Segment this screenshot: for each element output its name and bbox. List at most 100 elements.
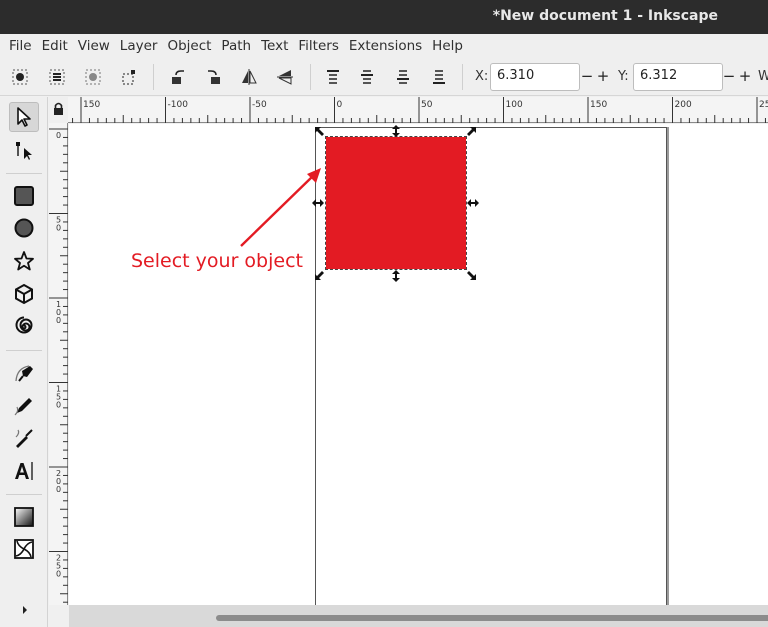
resize-handle-top-left[interactable]	[313, 125, 327, 139]
ruler-label: 0	[337, 100, 343, 110]
menu-object[interactable]: Object	[162, 38, 216, 54]
raise-to-top-icon	[327, 70, 339, 84]
spiral-tool[interactable]	[9, 312, 39, 342]
tool-controls-bar: X: 6.310 − + Y: 6.312 − + W	[0, 58, 768, 96]
raise-icon	[361, 70, 373, 84]
raise-to-top-button[interactable]	[322, 66, 344, 88]
y-decrement-button[interactable]: −	[721, 65, 737, 87]
title-bar: *New document 1 - Inkscape	[0, 0, 768, 34]
bezier-tool[interactable]	[9, 358, 39, 388]
lower-to-bottom-button[interactable]	[428, 66, 450, 88]
rectangle-icon	[14, 186, 34, 206]
window-title: *New document 1 - Inkscape	[492, 8, 718, 24]
toolbox-overflow[interactable]	[0, 600, 48, 627]
menu-path[interactable]: Path	[216, 38, 256, 54]
ruler-label: 0	[56, 316, 61, 325]
selector-icon	[17, 107, 31, 127]
resize-handle-bottom-right[interactable]	[464, 268, 478, 282]
resize-handle-bottom[interactable]	[389, 269, 403, 283]
ruler-label: 0	[56, 570, 61, 579]
ruler-corner	[49, 97, 68, 123]
x-increment-button[interactable]: +	[595, 65, 611, 87]
menu-view[interactable]: View	[73, 38, 115, 54]
ruler-label: -100	[168, 100, 189, 110]
vertical-ruler-ticks: 050100150200250	[49, 128, 68, 603]
calligraphy-tool[interactable]	[9, 423, 39, 453]
select-all-layers-button[interactable]	[46, 66, 68, 88]
resize-handle-bottom-left[interactable]	[313, 268, 327, 282]
lower-to-bottom-icon	[433, 70, 445, 84]
menu-extensions[interactable]: Extensions	[344, 38, 427, 54]
menu-filters[interactable]: Filters	[293, 38, 343, 54]
gradient-icon	[14, 507, 34, 527]
gradient-tool[interactable]	[9, 502, 39, 532]
bezier-pen-icon	[15, 365, 33, 382]
x-decrement-button[interactable]: −	[579, 65, 595, 87]
ruler-label: -50	[252, 100, 267, 110]
menu-layer[interactable]: Layer	[115, 38, 163, 54]
menu-help[interactable]: Help	[427, 38, 468, 54]
3d-box-icon	[15, 283, 33, 305]
flip-vertical-icon	[277, 70, 293, 85]
y-increment-button[interactable]: +	[737, 65, 753, 87]
resize-handle-right[interactable]	[466, 196, 480, 210]
select-all-button[interactable]	[9, 66, 31, 88]
annotation-arrow	[240, 168, 321, 247]
pencil-icon	[14, 398, 32, 416]
flip-horizontal-button[interactable]	[238, 66, 260, 88]
x-coordinate-input[interactable]: 6.310	[490, 63, 580, 91]
rotate-90-button[interactable]	[117, 66, 139, 88]
lower-button[interactable]	[392, 66, 414, 88]
drawing-canvas[interactable]: Select your object	[69, 124, 768, 605]
calligraphy-icon	[15, 429, 33, 448]
selector-tool[interactable]	[9, 102, 39, 132]
deselect-button[interactable]	[82, 66, 104, 88]
horizontal-ruler-ticks: 150 -100 -50 0 50 100 150 200 250	[72, 97, 768, 123]
star-tool[interactable]	[9, 246, 39, 276]
3d-box-tool[interactable]	[9, 279, 39, 309]
raise-button[interactable]	[356, 66, 378, 88]
flip-vertical-button[interactable]	[274, 66, 296, 88]
rotate-cw-icon	[208, 70, 220, 84]
resize-handle-top-right[interactable]	[464, 125, 478, 139]
lock-icon[interactable]	[49, 97, 68, 123]
horizontal-scrollbar[interactable]	[69, 605, 768, 627]
expand-arrow-icon	[23, 606, 27, 614]
ellipse-tool[interactable]	[9, 213, 39, 243]
y-label: Y:	[618, 69, 629, 84]
pencil-tool[interactable]	[9, 391, 39, 421]
w-label: W	[758, 69, 768, 84]
ruler-label: 100	[506, 100, 523, 110]
toolbox	[0, 97, 48, 627]
deselect-icon	[85, 69, 101, 85]
mesh-icon	[14, 539, 34, 559]
select-all-layers-icon	[49, 69, 65, 85]
ruler-label: 0	[56, 131, 61, 140]
menu-edit[interactable]: Edit	[37, 38, 73, 54]
menu-text[interactable]: Text	[256, 38, 293, 54]
resize-handle-top[interactable]	[389, 124, 403, 138]
text-tool[interactable]	[9, 456, 39, 486]
vertical-ruler[interactable]: 050100150200250	[49, 123, 68, 605]
ruler-label: 0	[56, 401, 61, 410]
y-coordinate-input[interactable]: 6.312	[633, 63, 723, 91]
text-icon	[15, 462, 33, 480]
horizontal-ruler[interactable]: 150 -100 -50 0 50 100 150 200 250	[68, 97, 768, 123]
node-tool[interactable]	[9, 135, 39, 165]
selected-rectangle[interactable]	[325, 136, 467, 270]
scrollbar-thumb[interactable]	[216, 615, 768, 621]
ruler-label: 0	[56, 224, 61, 233]
transform-icon	[122, 70, 135, 85]
lower-icon	[397, 70, 409, 84]
ellipse-icon	[14, 218, 34, 238]
ruler-label: 250	[759, 100, 768, 110]
rectangle-tool[interactable]	[9, 181, 39, 211]
ruler-label: 150	[590, 100, 607, 110]
spiral-icon	[15, 316, 33, 334]
menu-file[interactable]: File	[4, 38, 37, 54]
ruler-label: 0	[56, 485, 61, 494]
rotate-cw-button[interactable]	[202, 66, 224, 88]
mesh-tool[interactable]	[9, 534, 39, 564]
rotate-ccw-button[interactable]	[168, 66, 190, 88]
ruler-label: 150	[83, 100, 100, 110]
